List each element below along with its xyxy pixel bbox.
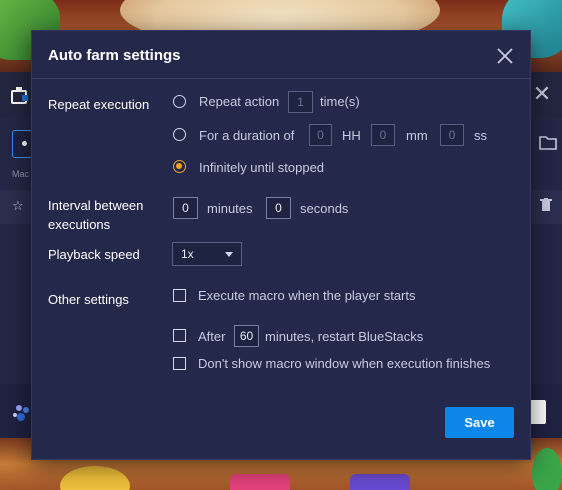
other-settings-label: Other settings (48, 292, 129, 307)
restart-suffix-label: minutes, restart BlueStacks (265, 329, 424, 344)
game-art-purple-tile (350, 474, 410, 490)
infinite-label: Infinitely until stopped (199, 160, 325, 175)
interval-label: Interval between executions (48, 198, 144, 232)
interval-seconds-label: seconds (300, 201, 349, 216)
hours-unit-label: HH (342, 128, 361, 143)
execute-on-start-label: Execute macro when the player starts (198, 288, 416, 303)
dont-show-window-label: Don't show macro window when execution f… (198, 356, 491, 371)
folder-icon[interactable] (538, 132, 558, 152)
star-icon[interactable]: ☆ (12, 198, 24, 214)
repeat-count-input[interactable] (288, 91, 313, 113)
game-art-pink-tile (230, 474, 290, 490)
interval-seconds-input[interactable] (266, 197, 291, 219)
execute-on-start-checkbox[interactable] (173, 289, 186, 302)
repeat-action-radio[interactable] (173, 95, 186, 108)
dialog-divider (32, 78, 530, 79)
seconds-unit-label: ss (474, 128, 487, 143)
infinite-radio[interactable] (173, 160, 186, 173)
restart-minutes-input[interactable] (234, 325, 259, 347)
minutes-unit-label: mm (406, 128, 428, 143)
interval-minutes-input[interactable] (173, 197, 198, 219)
macro-list-subtext: Mac (12, 169, 30, 179)
save-button[interactable]: Save (445, 407, 514, 438)
auto-farm-settings-dialog: Auto farm settings Repeat execution Repe… (31, 30, 531, 460)
restart-prefix-label: After (198, 329, 226, 344)
playback-speed-value: 1x (181, 247, 194, 261)
repeat-times-label: time(s) (320, 94, 360, 109)
duration-seconds-input[interactable] (440, 124, 464, 146)
dont-show-window-checkbox[interactable] (173, 357, 186, 370)
duration-radio[interactable] (173, 128, 186, 141)
repeat-action-label: Repeat action (199, 94, 280, 109)
playback-speed-label: Playback speed (48, 247, 140, 262)
playback-speed-select[interactable]: 1x (172, 242, 242, 266)
interval-minutes-label: minutes (207, 201, 253, 216)
close-icon[interactable] (494, 45, 516, 67)
chevron-down-icon (225, 252, 233, 257)
duration-hours-input[interactable] (309, 124, 332, 146)
game-art-green-leaf (532, 448, 562, 490)
duration-label: For a duration of (199, 128, 295, 143)
macro-manager-close-icon[interactable]: ✕ (530, 82, 554, 106)
dialog-title: Auto farm settings (48, 47, 181, 64)
trash-icon[interactable] (540, 198, 552, 212)
macro-manager-icon (10, 85, 30, 105)
repeat-execution-label: Repeat execution (48, 97, 150, 112)
restart-checkbox[interactable] (173, 329, 186, 342)
game-art-coin (60, 466, 130, 490)
duration-minutes-input[interactable] (371, 124, 395, 146)
